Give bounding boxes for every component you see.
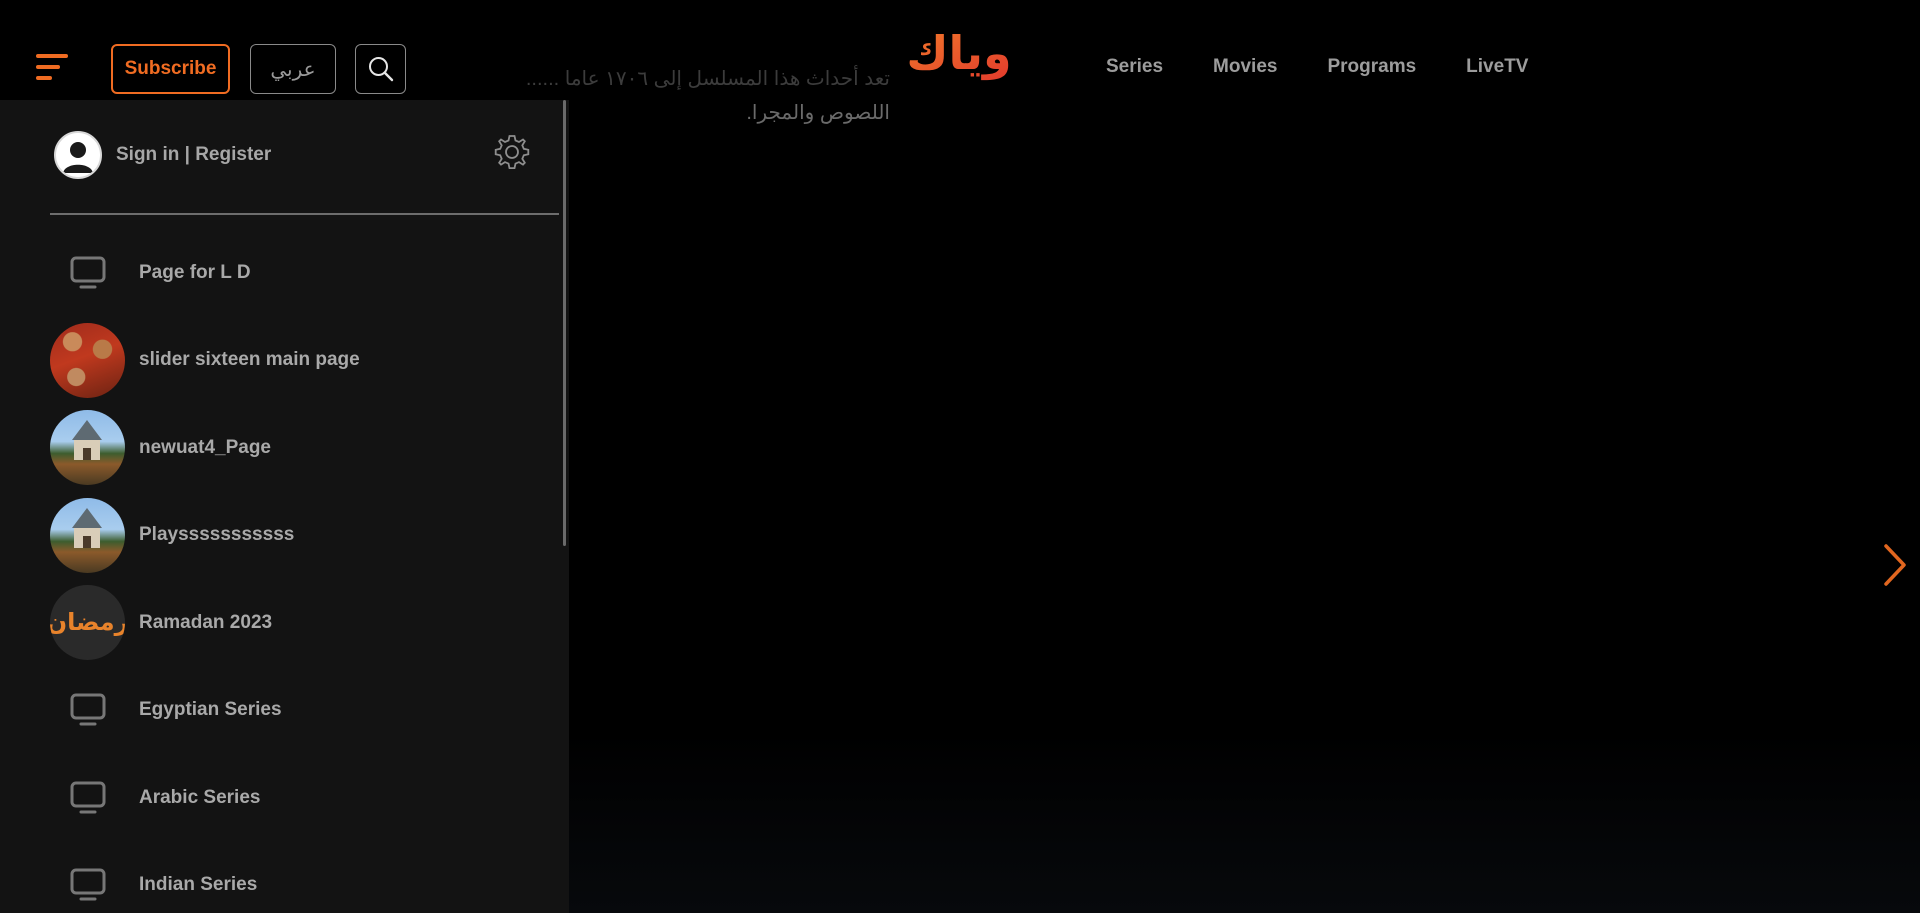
page: تعد أحداث هذا المسلسل إلى ١٧٠٦ عاما ....… (0, 0, 1920, 913)
drawer-scrollbar[interactable] (563, 100, 566, 546)
drawer-item-label: Page for L D (139, 261, 251, 283)
search-button[interactable] (355, 44, 406, 94)
drawer-item-newuat4-page[interactable]: newuat4_Page (50, 410, 560, 485)
drawer-item-slider-sixteen[interactable]: slider sixteen main page (50, 322, 560, 398)
tv-icon (50, 235, 125, 310)
drawer-item-ramadan-2023[interactable]: رمضان Ramadan 2023 (50, 585, 560, 660)
subscribe-button[interactable]: Subscribe (111, 44, 230, 94)
drawer-item-label: Arabic Series (139, 786, 261, 808)
carousel-next-button[interactable] (1880, 542, 1910, 588)
user-avatar-icon (54, 131, 102, 179)
castle-photo-thumbnail (50, 410, 125, 485)
drawer-item-page-for-l-d[interactable]: Page for L D (50, 235, 560, 310)
castle-photo-thumbnail (50, 497, 125, 573)
drawer-item-label: Ramadan 2023 (139, 611, 273, 633)
drawer-item-label: Playsssssssssss (139, 524, 295, 545)
tv-icon (50, 673, 125, 748)
drawer-item-egyptian-series[interactable]: Egyptian Series (50, 673, 560, 748)
nav-movies[interactable]: Movies (1213, 56, 1277, 78)
weyyak-logo-icon: وياك (906, 26, 1011, 80)
chevron-right-icon (1884, 544, 1906, 586)
people-photo-thumbnail (50, 322, 125, 398)
tv-icon (50, 848, 125, 913)
drawer-item-playsss[interactable]: Playsssssssssss (50, 497, 560, 573)
drawer-item-arabic-series[interactable]: Arabic Series (50, 760, 560, 835)
sign-in-register-label: Sign in | Register (116, 144, 272, 165)
drawer-item-label: Egyptian Series (139, 699, 282, 720)
tv-icon (50, 760, 125, 835)
settings-button[interactable] (493, 133, 531, 171)
gear-icon (494, 135, 530, 169)
drawer-item-label: slider sixteen main page (139, 349, 360, 370)
nav-programs[interactable]: Programs (1327, 56, 1416, 78)
main-nav: Series Movies Programs LiveTV (1106, 56, 1578, 78)
drawer-item-label: newuat4_Page (139, 436, 271, 458)
svg-text:وياك: وياك (906, 26, 1011, 80)
ramadan-logo-thumbnail: رمضان (50, 585, 125, 660)
side-drawer: Sign in | Register Page for L D slider s… (0, 100, 569, 913)
sign-in-register-link[interactable]: Sign in | Register (54, 131, 271, 179)
language-switch-button[interactable]: عربي (250, 44, 336, 94)
nav-series[interactable]: Series (1106, 56, 1163, 78)
brand-logo[interactable]: وياك (898, 22, 1020, 84)
top-header: Subscribe عربي وياك Series Movies Progra… (0, 0, 1920, 100)
search-icon (368, 57, 393, 82)
drawer-item-label: Indian Series (139, 874, 258, 895)
nav-livetv[interactable]: LiveTV (1466, 56, 1528, 78)
drawer-menu: Page for L D slider sixteen main page ne… (50, 235, 560, 913)
menu-toggle-icon[interactable] (36, 54, 70, 84)
svg-text:رمضان: رمضان (50, 608, 125, 636)
drawer-item-indian-series[interactable]: Indian Series (50, 848, 560, 913)
drawer-divider (50, 213, 559, 215)
